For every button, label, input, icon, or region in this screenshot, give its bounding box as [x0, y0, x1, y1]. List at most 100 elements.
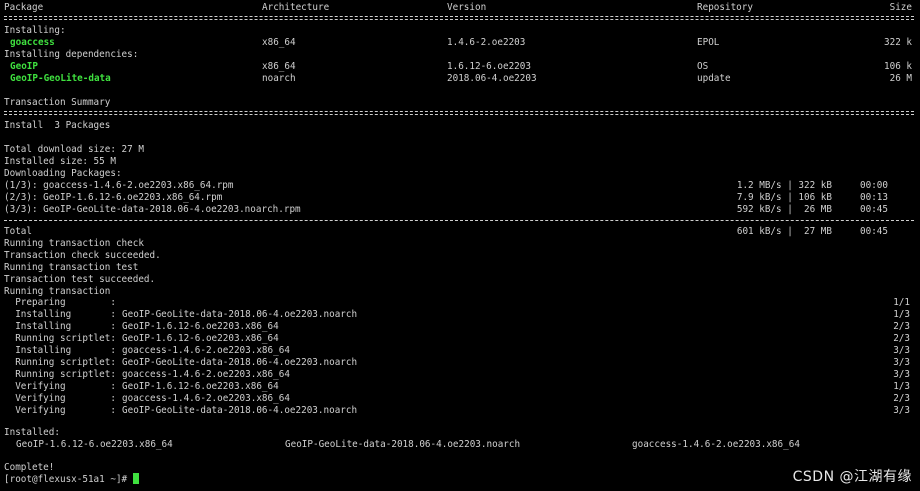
package-size: 322 k: [884, 37, 912, 48]
download-file: (3/3): GeoIP-GeoLite-data-2018.06-4.oe22…: [4, 204, 301, 215]
installed-size-text: Installed size: 55 M: [4, 156, 116, 167]
table-header: Package Architecture Version Repository …: [0, 2, 920, 14]
step-action: Verifying :: [4, 393, 116, 404]
step-count: 1/1: [893, 297, 910, 308]
install-count-text: Install 3 Packages: [4, 120, 111, 131]
header-version: Version: [447, 2, 487, 13]
installed-package: GeoIP-1.6.12-6.oe2203.x86_64: [16, 439, 173, 450]
download-time: 00:45: [860, 204, 888, 215]
double-separator: [4, 16, 914, 20]
step-count: 3/3: [893, 369, 910, 380]
total-row: Total 601 kB/s | 27 MB 00:45: [0, 226, 920, 238]
total-download-text: Total download size: 27 M: [4, 144, 144, 155]
package-arch: x86_64: [262, 37, 296, 48]
header-package: Package: [4, 2, 44, 13]
status-text: Transaction test succeeded.: [4, 274, 156, 285]
step-action: Running scriptlet:: [4, 333, 116, 344]
package-name: goaccess: [10, 37, 55, 48]
installed-package: GeoIP-GeoLite-data-2018.06-4.oe2203.noar…: [285, 439, 521, 450]
installing-label-text: Installing:: [4, 25, 66, 36]
status-text: Running transaction check: [4, 238, 144, 249]
step-action: Verifying :: [4, 381, 116, 392]
csdn-watermark: CSDN @江湖有缘: [792, 469, 912, 485]
package-row: GeoIP x86_64 1.6.12-6.oe2203 OS 106 k: [0, 61, 920, 73]
package-arch: noarch: [262, 73, 296, 84]
package-size: 106 k: [884, 61, 912, 72]
transaction-step: Preparing : 1/1: [0, 297, 920, 309]
transaction-step: Running scriptlet: GeoIP-1.6.12-6.oe2203…: [0, 333, 920, 345]
status-text: Running transaction test: [4, 262, 139, 273]
status-line: Transaction test succeeded.: [0, 274, 920, 286]
step-target: GeoIP-GeoLite-data-2018.06-4.oe2203.noar…: [122, 309, 358, 320]
step-count: 1/3: [893, 309, 910, 320]
prompt-text: [root@flexusx-51a1 ~]#: [4, 474, 133, 485]
text-cursor: [133, 473, 139, 484]
step-count: 1/3: [893, 381, 910, 392]
step-count: 3/3: [893, 345, 910, 356]
terminal-window[interactable]: Package Architecture Version Repository …: [0, 0, 920, 491]
package-row: goaccess x86_64 1.4.6-2.oe2203 EPOL 322 …: [0, 37, 920, 49]
transaction-step: Verifying : GeoIP-1.6.12-6.oe2203.x86_64…: [0, 381, 920, 393]
transaction-summary-text: Transaction Summary: [4, 97, 111, 108]
step-count: 2/3: [893, 333, 910, 344]
transaction-summary: Transaction Summary: [0, 97, 920, 109]
download-speed: 1.2 MB/s | 322 kB: [736, 180, 832, 191]
step-target: GeoIP-GeoLite-data-2018.06-4.oe2203.noar…: [122, 405, 358, 416]
install-count-line: Install 3 Packages: [0, 120, 920, 132]
download-row: (1/3): goaccess-1.4.6-2.oe2203.x86_64.rp…: [0, 180, 920, 192]
package-arch: x86_64: [262, 61, 296, 72]
transaction-step: Installing : GeoIP-1.6.12-6.oe2203.x86_6…: [0, 321, 920, 333]
step-target: goaccess-1.4.6-2.oe2203.x86_64: [122, 369, 290, 380]
installed-package: goaccess-1.4.6-2.oe2203.x86_64: [632, 439, 800, 450]
double-separator: [4, 111, 914, 115]
download-time: 00:00: [860, 180, 888, 191]
status-text: Transaction check succeeded.: [4, 250, 161, 261]
installing-deps-text: Installing dependencies:: [4, 49, 139, 60]
header-size: Size: [889, 2, 912, 13]
total-speed: 601 kB/s | 27 MB: [736, 226, 832, 237]
step-action: Installing :: [4, 345, 116, 356]
step-target: GeoIP-1.6.12-6.oe2203.x86_64: [122, 381, 279, 392]
step-target: GeoIP-1.6.12-6.oe2203.x86_64: [122, 333, 279, 344]
status-line: Running transaction test: [0, 262, 920, 274]
package-repo: update: [697, 73, 731, 84]
download-speed: 592 kB/s | 26 MB: [736, 204, 832, 215]
package-version: 1.6.12-6.oe2203: [447, 61, 531, 72]
transaction-step: Running scriptlet: GeoIP-GeoLite-data-20…: [0, 357, 920, 369]
separator: [4, 220, 914, 221]
package-version: 2018.06-4.oe2203: [447, 73, 537, 84]
step-action: Installing :: [4, 321, 116, 332]
downloading-text: Downloading Packages:: [4, 168, 122, 179]
transaction-step: Installing : GeoIP-GeoLite-data-2018.06-…: [0, 309, 920, 321]
transaction-step: Installing : goaccess-1.4.6-2.oe2203.x86…: [0, 345, 920, 357]
transaction-step: Verifying : goaccess-1.4.6-2.oe2203.x86_…: [0, 393, 920, 405]
total-label: Total: [4, 226, 32, 237]
step-action: Verifying :: [4, 405, 116, 416]
step-count: 2/3: [893, 321, 910, 332]
complete-text: Complete!: [4, 462, 55, 473]
step-action: Preparing :: [4, 297, 116, 308]
step-target: GeoIP-GeoLite-data-2018.06-4.oe2203.noar…: [122, 357, 358, 368]
package-size: 26 M: [889, 73, 912, 84]
installed-packages: GeoIP-1.6.12-6.oe2203.x86_64 GeoIP-GeoLi…: [0, 439, 920, 451]
download-file: (1/3): goaccess-1.4.6-2.oe2203.x86_64.rp…: [4, 180, 234, 191]
step-target: GeoIP-1.6.12-6.oe2203.x86_64: [122, 321, 279, 332]
installed-label-text: Installed:: [4, 427, 60, 438]
step-action: Running scriptlet:: [4, 369, 116, 380]
package-repo: EPOL: [697, 37, 720, 48]
package-repo: OS: [697, 61, 709, 72]
step-count: 3/3: [893, 405, 910, 416]
step-target: goaccess-1.4.6-2.oe2203.x86_64: [122, 393, 290, 404]
download-row: (2/3): GeoIP-1.6.12-6.oe2203.x86_64.rpm …: [0, 192, 920, 204]
installing-deps-label: Installing dependencies:: [0, 49, 920, 61]
package-row: GeoIP-GeoLite-data noarch 2018.06-4.oe22…: [0, 73, 920, 85]
package-name: GeoIP: [10, 61, 38, 72]
installed-label: Installed:: [0, 427, 920, 439]
total-download-size: Total download size: 27 M: [0, 144, 920, 156]
download-file: (2/3): GeoIP-1.6.12-6.oe2203.x86_64.rpm: [4, 192, 223, 203]
transaction-step: Verifying : GeoIP-GeoLite-data-2018.06-4…: [0, 405, 920, 417]
download-time: 00:13: [860, 192, 888, 203]
package-name: GeoIP-GeoLite-data: [10, 73, 111, 84]
download-row: (3/3): GeoIP-GeoLite-data-2018.06-4.oe22…: [0, 204, 920, 216]
installing-label: Installing:: [0, 25, 920, 37]
